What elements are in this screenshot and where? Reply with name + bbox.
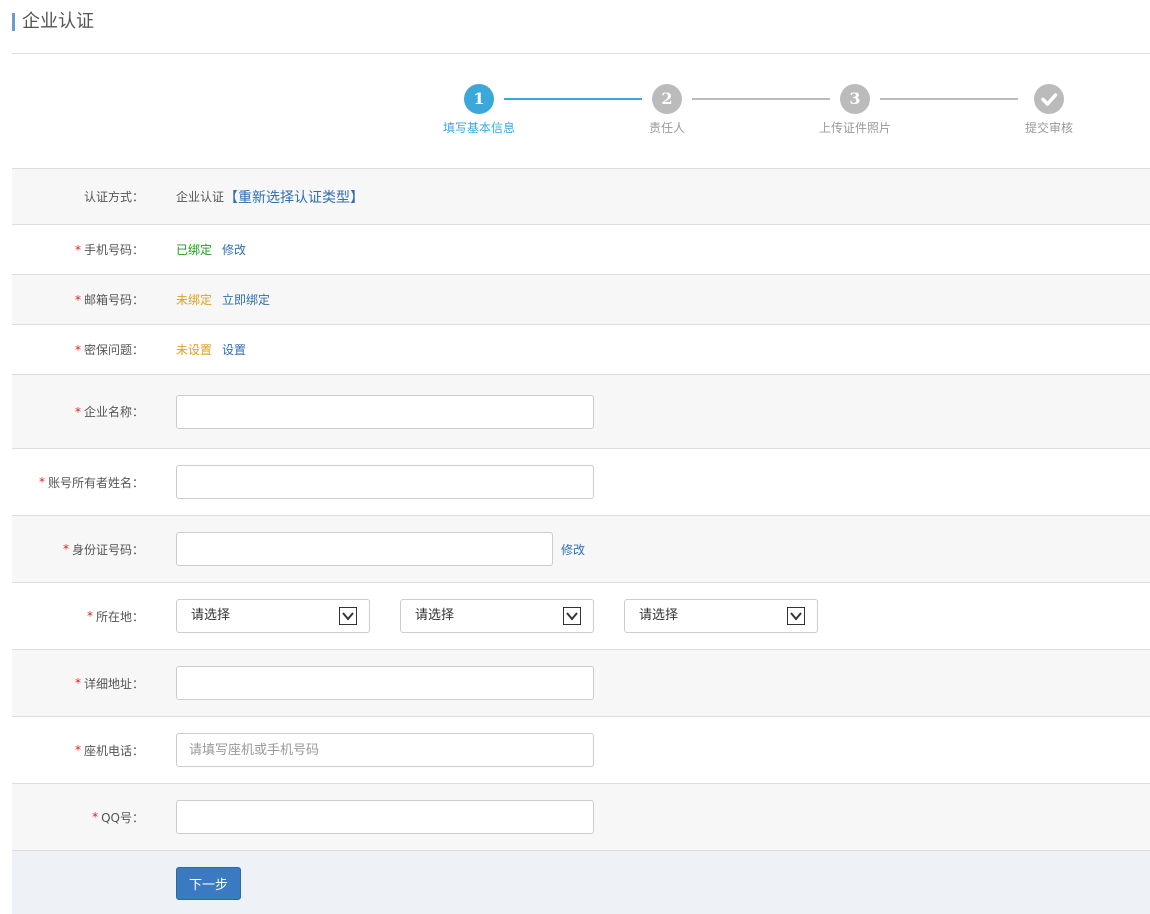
step-1-circle: 1 bbox=[464, 84, 494, 114]
row-id-number: * 身份证号码： 修改 bbox=[12, 516, 1150, 583]
row-phone: * 手机号码： 已绑定 修改 bbox=[12, 225, 1150, 275]
required-mark: * bbox=[92, 810, 99, 824]
required-mark: * bbox=[62, 542, 69, 556]
row-qq: * QQ号： bbox=[12, 784, 1150, 851]
step-1-label: 填写基本信息 bbox=[442, 121, 516, 135]
district-select[interactable]: 请选择 bbox=[624, 599, 818, 633]
reselect-auth-type-link[interactable]: 【重新选择认证类型】 bbox=[224, 187, 364, 207]
row-actions: 下一步 bbox=[12, 851, 1150, 914]
row-location: * 所在地： 请选择 请选择 请选择 bbox=[12, 583, 1150, 650]
company-name-input[interactable] bbox=[176, 394, 594, 429]
title-accent-bar bbox=[12, 13, 15, 31]
chevron-down-icon bbox=[787, 607, 805, 625]
step-2-circle: 2 bbox=[652, 84, 682, 114]
required-mark: * bbox=[74, 743, 81, 757]
phone-label: 手机号码： bbox=[83, 243, 144, 257]
address-input[interactable] bbox=[176, 666, 594, 700]
check-icon bbox=[1041, 93, 1058, 106]
id-number-input[interactable] bbox=[176, 532, 553, 566]
row-auth-method: 认证方式： 企业认证 【重新选择认证类型】 bbox=[12, 169, 1150, 225]
row-security-question: * 密保问题： 未设置 设置 bbox=[12, 325, 1150, 375]
step-4-label: 提交审核 bbox=[1024, 121, 1074, 135]
step-connector-1 bbox=[504, 98, 642, 100]
next-step-button[interactable]: 下一步 bbox=[176, 866, 242, 900]
step-4-circle bbox=[1034, 84, 1064, 114]
city-select-value: 请选择 bbox=[415, 608, 455, 623]
row-company-name: * 企业名称： bbox=[12, 375, 1150, 449]
required-mark: * bbox=[74, 676, 81, 690]
district-select-value: 请选择 bbox=[639, 608, 679, 623]
location-label: 所在地： bbox=[95, 609, 144, 624]
required-mark: * bbox=[74, 242, 81, 257]
required-mark: * bbox=[74, 292, 81, 307]
owner-name-input[interactable] bbox=[176, 465, 594, 499]
row-email: * 邮箱号码： 未绑定 立即绑定 bbox=[12, 275, 1150, 325]
page-header: 企业认证 bbox=[12, 12, 1150, 54]
province-select-value: 请选择 bbox=[191, 608, 231, 623]
telephone-label: 座机电话： bbox=[83, 743, 144, 758]
security-label: 密保问题： bbox=[83, 343, 144, 357]
step-connector-3 bbox=[880, 98, 1018, 100]
qq-input[interactable] bbox=[176, 800, 594, 834]
progress-steps: 1 2 3 填写基本信息 责任人 上传证件照片 提交审核 bbox=[0, 84, 1150, 144]
required-mark: * bbox=[74, 342, 81, 357]
province-select[interactable]: 请选择 bbox=[176, 599, 370, 633]
telephone-input[interactable] bbox=[176, 733, 594, 767]
enterprise-auth-form: 认证方式： 企业认证 【重新选择认证类型】 * 手机号码： 已绑定 修改 * 邮箱号… bbox=[12, 168, 1150, 914]
id-number-label: 身份证号码： bbox=[71, 542, 144, 557]
id-number-modify-link[interactable]: 修改 bbox=[561, 541, 585, 558]
email-status: 未绑定 bbox=[176, 293, 213, 307]
email-bind-link[interactable]: 立即绑定 bbox=[222, 291, 270, 308]
company-name-label: 企业名称： bbox=[83, 405, 144, 419]
row-address: * 详细地址： bbox=[12, 650, 1150, 717]
step-3-circle: 3 bbox=[840, 84, 870, 114]
required-mark: * bbox=[38, 475, 45, 489]
required-mark: * bbox=[74, 404, 81, 419]
qq-label: QQ号： bbox=[101, 810, 144, 825]
row-owner-name: * 账号所有者姓名： bbox=[12, 449, 1150, 516]
address-label: 详细地址： bbox=[83, 676, 144, 691]
owner-name-label: 账号所有者姓名： bbox=[47, 475, 144, 490]
chevron-down-icon bbox=[563, 607, 581, 625]
step-2-label: 责任人 bbox=[648, 121, 686, 135]
required-mark: * bbox=[86, 609, 93, 623]
auth-method-label: 认证方式： bbox=[83, 190, 144, 204]
page-title: 企业认证 bbox=[22, 11, 94, 32]
email-label: 邮箱号码： bbox=[83, 293, 144, 307]
security-setup-link[interactable]: 设置 bbox=[222, 341, 246, 358]
city-select[interactable]: 请选择 bbox=[400, 599, 594, 633]
chevron-down-icon bbox=[339, 607, 357, 625]
auth-method-value: 企业认证 bbox=[176, 190, 225, 204]
step-3-label: 上传证件照片 bbox=[818, 121, 892, 135]
phone-status: 已绑定 bbox=[176, 243, 213, 257]
step-connector-2 bbox=[692, 98, 830, 100]
row-telephone: * 座机电话： bbox=[12, 717, 1150, 784]
phone-modify-link[interactable]: 修改 bbox=[222, 241, 246, 258]
security-status: 未设置 bbox=[176, 343, 213, 357]
